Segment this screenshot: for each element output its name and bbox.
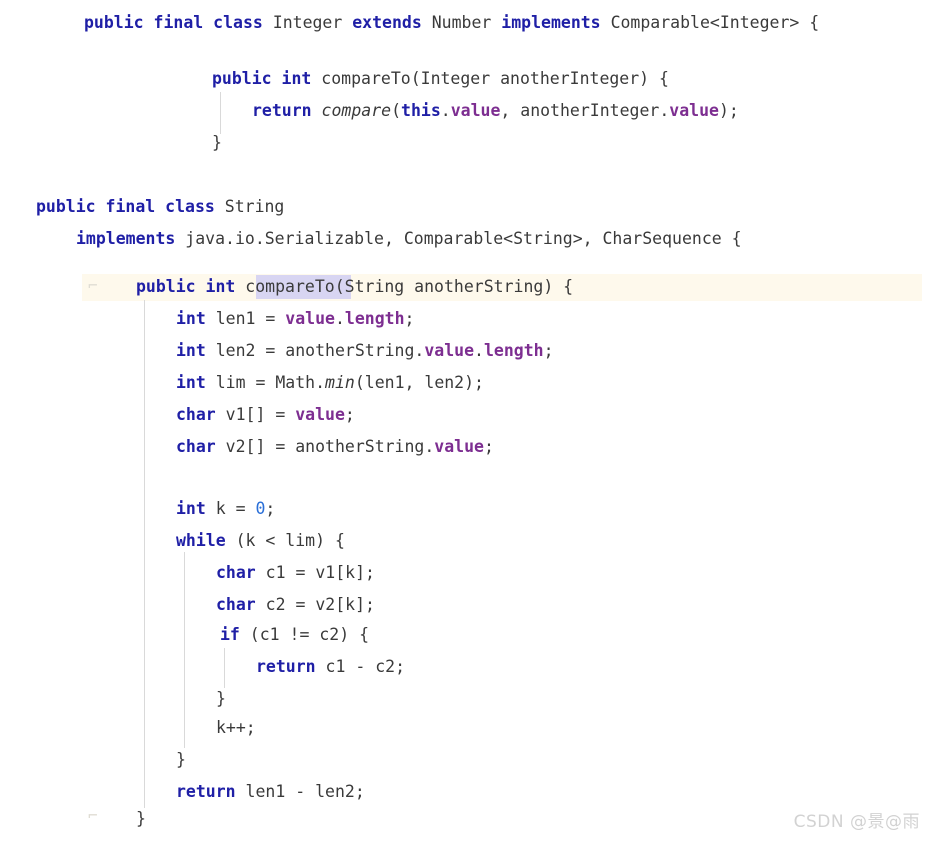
- code-lines-layer[interactable]: public final class Integer extends Numbe…: [0, 0, 934, 842]
- line-integer-compareto-signature-text: public int compareTo(Integer anotherInte…: [212, 69, 669, 88]
- line-c1-text: char c1 = v1[k];: [216, 563, 375, 582]
- line-while-close-text: }: [176, 750, 186, 769]
- line-k-increment[interactable]: k++;: [0, 715, 934, 741]
- line-return-c1-c2-text: return c1 - c2;: [256, 657, 406, 676]
- line-c1[interactable]: char c1 = v1[k];: [0, 560, 934, 586]
- line-k-increment-text: k++;: [216, 718, 256, 737]
- line-while[interactable]: while (k < lim) {: [0, 528, 934, 554]
- line-integer-class-decl[interactable]: public final class Integer extends Numbe…: [0, 10, 934, 36]
- line-v2[interactable]: char v2[] = anotherString.value;: [0, 434, 934, 460]
- line-while-text: while (k < lim) {: [176, 531, 345, 550]
- code-editor-viewport[interactable]: ⌐ ⌐ public final class Integer extends Nu…: [0, 0, 934, 842]
- line-v1-text: char v1[] = value;: [176, 405, 355, 424]
- line-len2[interactable]: int len2 = anotherString.value.length;: [0, 338, 934, 364]
- line-lim[interactable]: int lim = Math.min(len1, len2);: [0, 370, 934, 396]
- line-lim-text: int lim = Math.min(len1, len2);: [176, 373, 484, 392]
- line-integer-class-decl-text: public final class Integer extends Numbe…: [84, 13, 820, 32]
- line-integer-method-close[interactable]: }: [0, 130, 934, 156]
- line-v1[interactable]: char v1[] = value;: [0, 402, 934, 428]
- line-v2-text: char v2[] = anotherString.value;: [176, 437, 494, 456]
- csdn-watermark: CSDN @景@雨: [793, 812, 920, 832]
- line-integer-method-close-text: }: [212, 133, 222, 152]
- line-integer-return-compare-text: return compare(this.value, anotherIntege…: [252, 101, 739, 120]
- line-integer-return-compare[interactable]: return compare(this.value, anotherIntege…: [0, 98, 934, 124]
- line-len2-text: int len2 = anotherString.value.length;: [176, 341, 554, 360]
- line-integer-compareto-signature[interactable]: public int compareTo(Integer anotherInte…: [0, 66, 934, 92]
- line-len1[interactable]: int len1 = value.length;: [0, 306, 934, 332]
- line-k-init-text: int k = 0;: [176, 499, 276, 518]
- line-string-class-decl[interactable]: public final class String: [0, 194, 934, 220]
- line-string-implements-text: implements java.io.Serializable, Compara…: [76, 229, 742, 248]
- line-return-len1-len2[interactable]: return len1 - len2;: [0, 779, 934, 805]
- line-if-close[interactable]: }: [0, 686, 934, 712]
- line-k-init[interactable]: int k = 0;: [0, 496, 934, 522]
- line-len1-text: int len1 = value.length;: [176, 309, 415, 328]
- line-while-close[interactable]: }: [0, 747, 934, 773]
- line-string-class-decl-text: public final class String: [36, 197, 285, 216]
- line-string-compareto-signature-text: public int compareTo(String anotherStrin…: [136, 277, 574, 296]
- line-c2[interactable]: char c2 = v2[k];: [0, 592, 934, 618]
- line-if[interactable]: if (c1 != c2) {: [0, 622, 934, 648]
- line-c2-text: char c2 = v2[k];: [216, 595, 375, 614]
- line-return-len1-len2-text: return len1 - len2;: [176, 782, 365, 801]
- line-if-text: if (c1 != c2) {: [220, 625, 370, 644]
- line-return-c1-c2[interactable]: return c1 - c2;: [0, 654, 934, 680]
- line-if-close-text: }: [216, 689, 226, 708]
- line-string-compareto-signature[interactable]: public int compareTo(String anotherStrin…: [0, 274, 934, 300]
- line-method-close-text: }: [136, 809, 146, 828]
- line-string-implements[interactable]: implements java.io.Serializable, Compara…: [0, 226, 934, 252]
